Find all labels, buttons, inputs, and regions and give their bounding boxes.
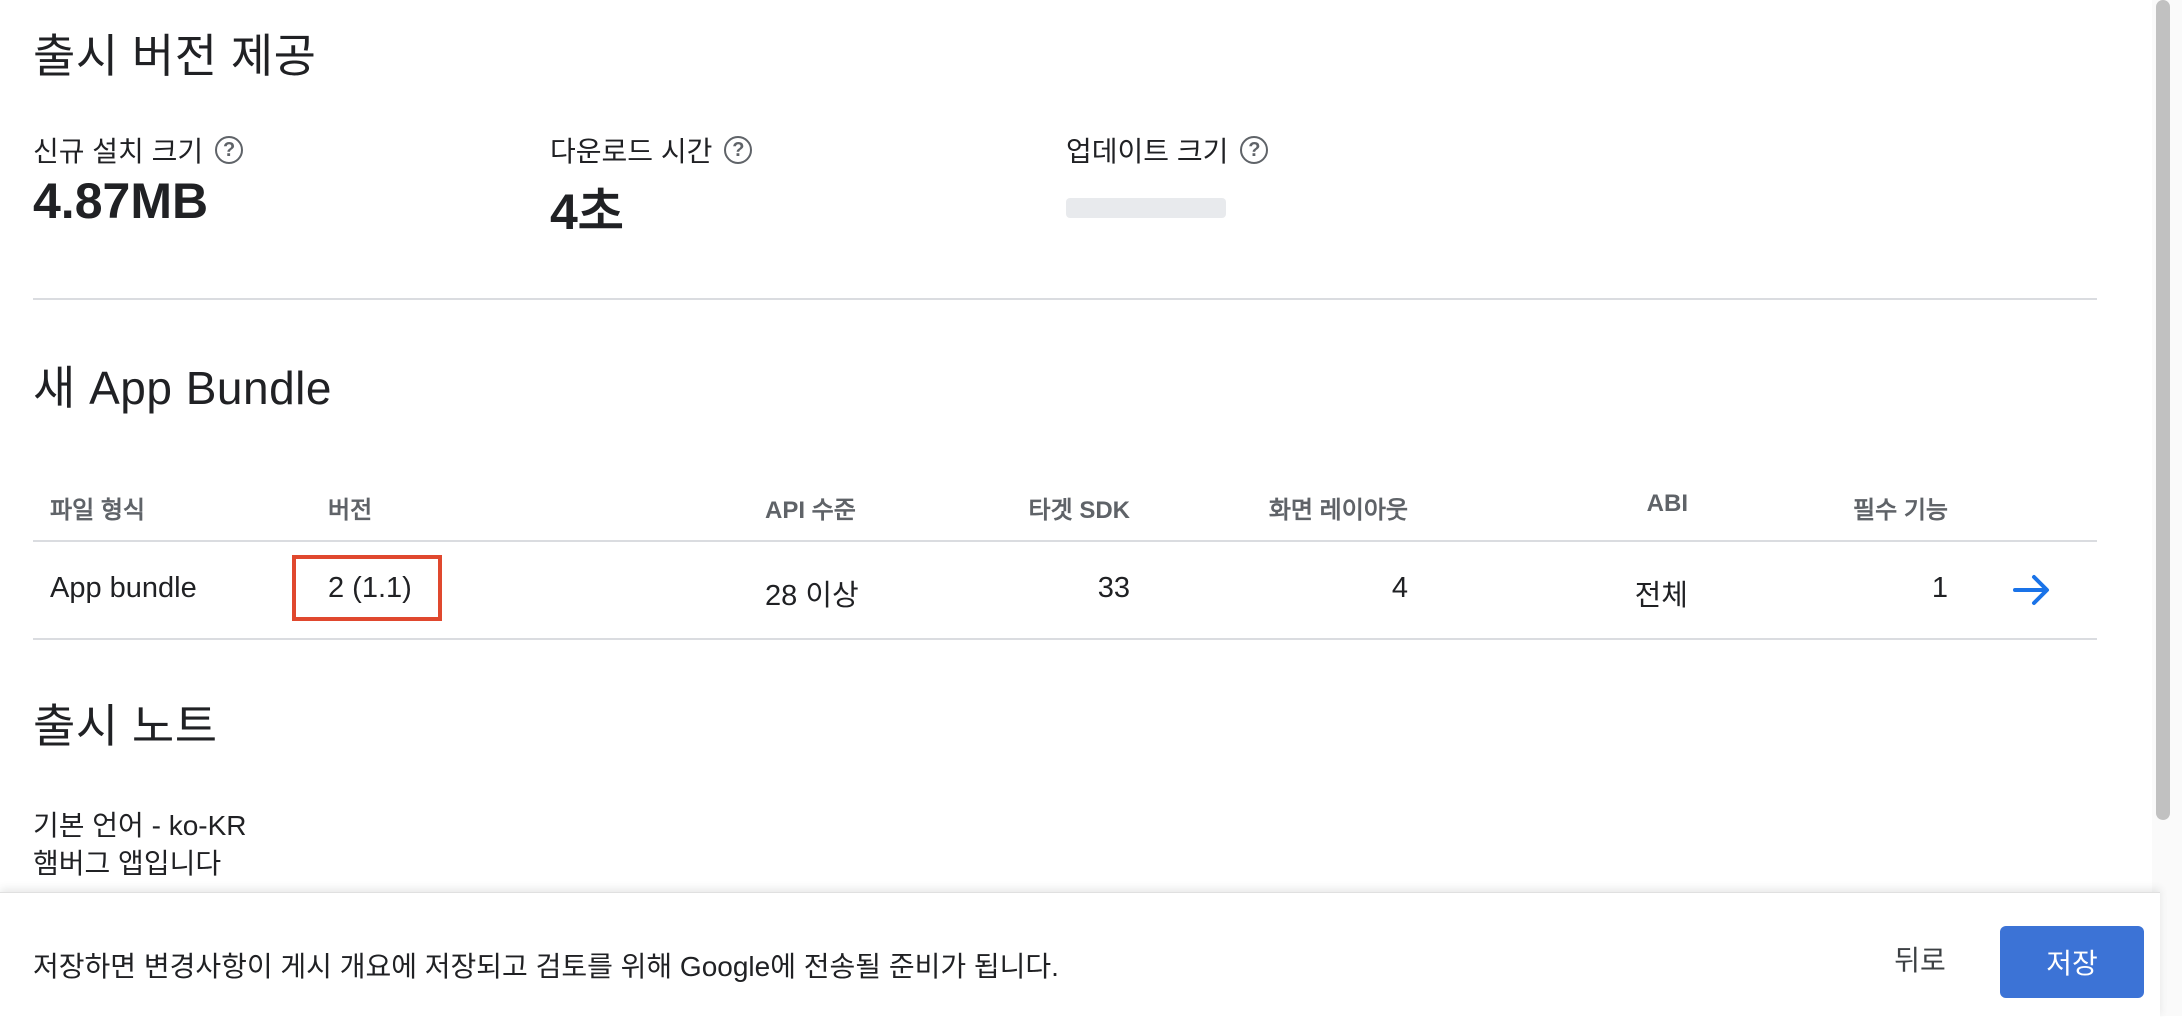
help-icon[interactable]: ?	[215, 136, 244, 164]
metric-label: 다운로드 시간	[550, 136, 713, 167]
arrow-right-icon[interactable]	[2012, 564, 2052, 616]
footer-message: 저장하면 변경사항이 게시 개요에 저장되고 검토를 위해 Google에 전송…	[33, 951, 1059, 982]
main-content: 출시 버전 제공 신규 설치 크기 ? 4.87MB 다운로드 시간 ? 4초 …	[0, 0, 2160, 890]
metric-label: 업데이트 크기	[1066, 136, 1229, 167]
cell-version: 2 (1.1)	[328, 572, 412, 604]
column-header: 필수 기능	[1853, 497, 1948, 524]
column-header: 파일 형식	[50, 497, 145, 524]
cell-file-format: App bundle	[50, 572, 197, 604]
back-button[interactable]: 뒤로	[1870, 929, 1970, 989]
column-header: 화면 레이아웃	[1268, 497, 1408, 524]
help-icon[interactable]: ?	[724, 136, 753, 164]
metric-value: 4.87MB	[33, 173, 209, 229]
cell-api-level: 28 이상	[765, 580, 859, 612]
metric-update-size: 업데이트 크기 ?	[1066, 130, 1269, 170]
footer-bar: 저장하면 변경사항이 게시 개요에 저장되고 검토를 위해 Google에 전송…	[0, 892, 2160, 1017]
cell-abi: 전체	[1634, 580, 1688, 612]
scrollbar-thumb[interactable]	[2156, 0, 2170, 820]
cell-screen-layout: 4	[1391, 572, 1408, 604]
cell-required-features: 1	[1931, 572, 1948, 604]
table-row-divider	[33, 638, 2097, 640]
help-icon[interactable]: ?	[1240, 136, 1269, 164]
column-header: API 수준	[765, 497, 856, 524]
divider	[33, 298, 2097, 300]
column-header: 타겟 SDK	[1028, 497, 1131, 524]
metric-value: 4초	[550, 184, 624, 240]
notes-title: 출시 노트	[33, 700, 218, 752]
note-line: 햄버그 앱입니다	[33, 848, 222, 879]
cell-target-sdk: 33	[1097, 572, 1130, 604]
table-header-divider	[33, 540, 2097, 542]
column-header: ABI	[1646, 490, 1688, 517]
loading-placeholder	[1066, 198, 1226, 218]
metric-label: 신규 설치 크기	[33, 136, 204, 167]
note-line: 기본 언어 - ko-KR	[33, 810, 247, 841]
save-button[interactable]: 저장	[2000, 926, 2144, 998]
column-header: 버전	[328, 497, 373, 524]
metric-new-install-size: 신규 설치 크기 ?	[33, 130, 244, 170]
release-title: 출시 버전 제공	[33, 30, 317, 82]
bundle-title: 새 App Bundle	[33, 362, 332, 414]
metric-download-time: 다운로드 시간 ?	[550, 130, 753, 170]
